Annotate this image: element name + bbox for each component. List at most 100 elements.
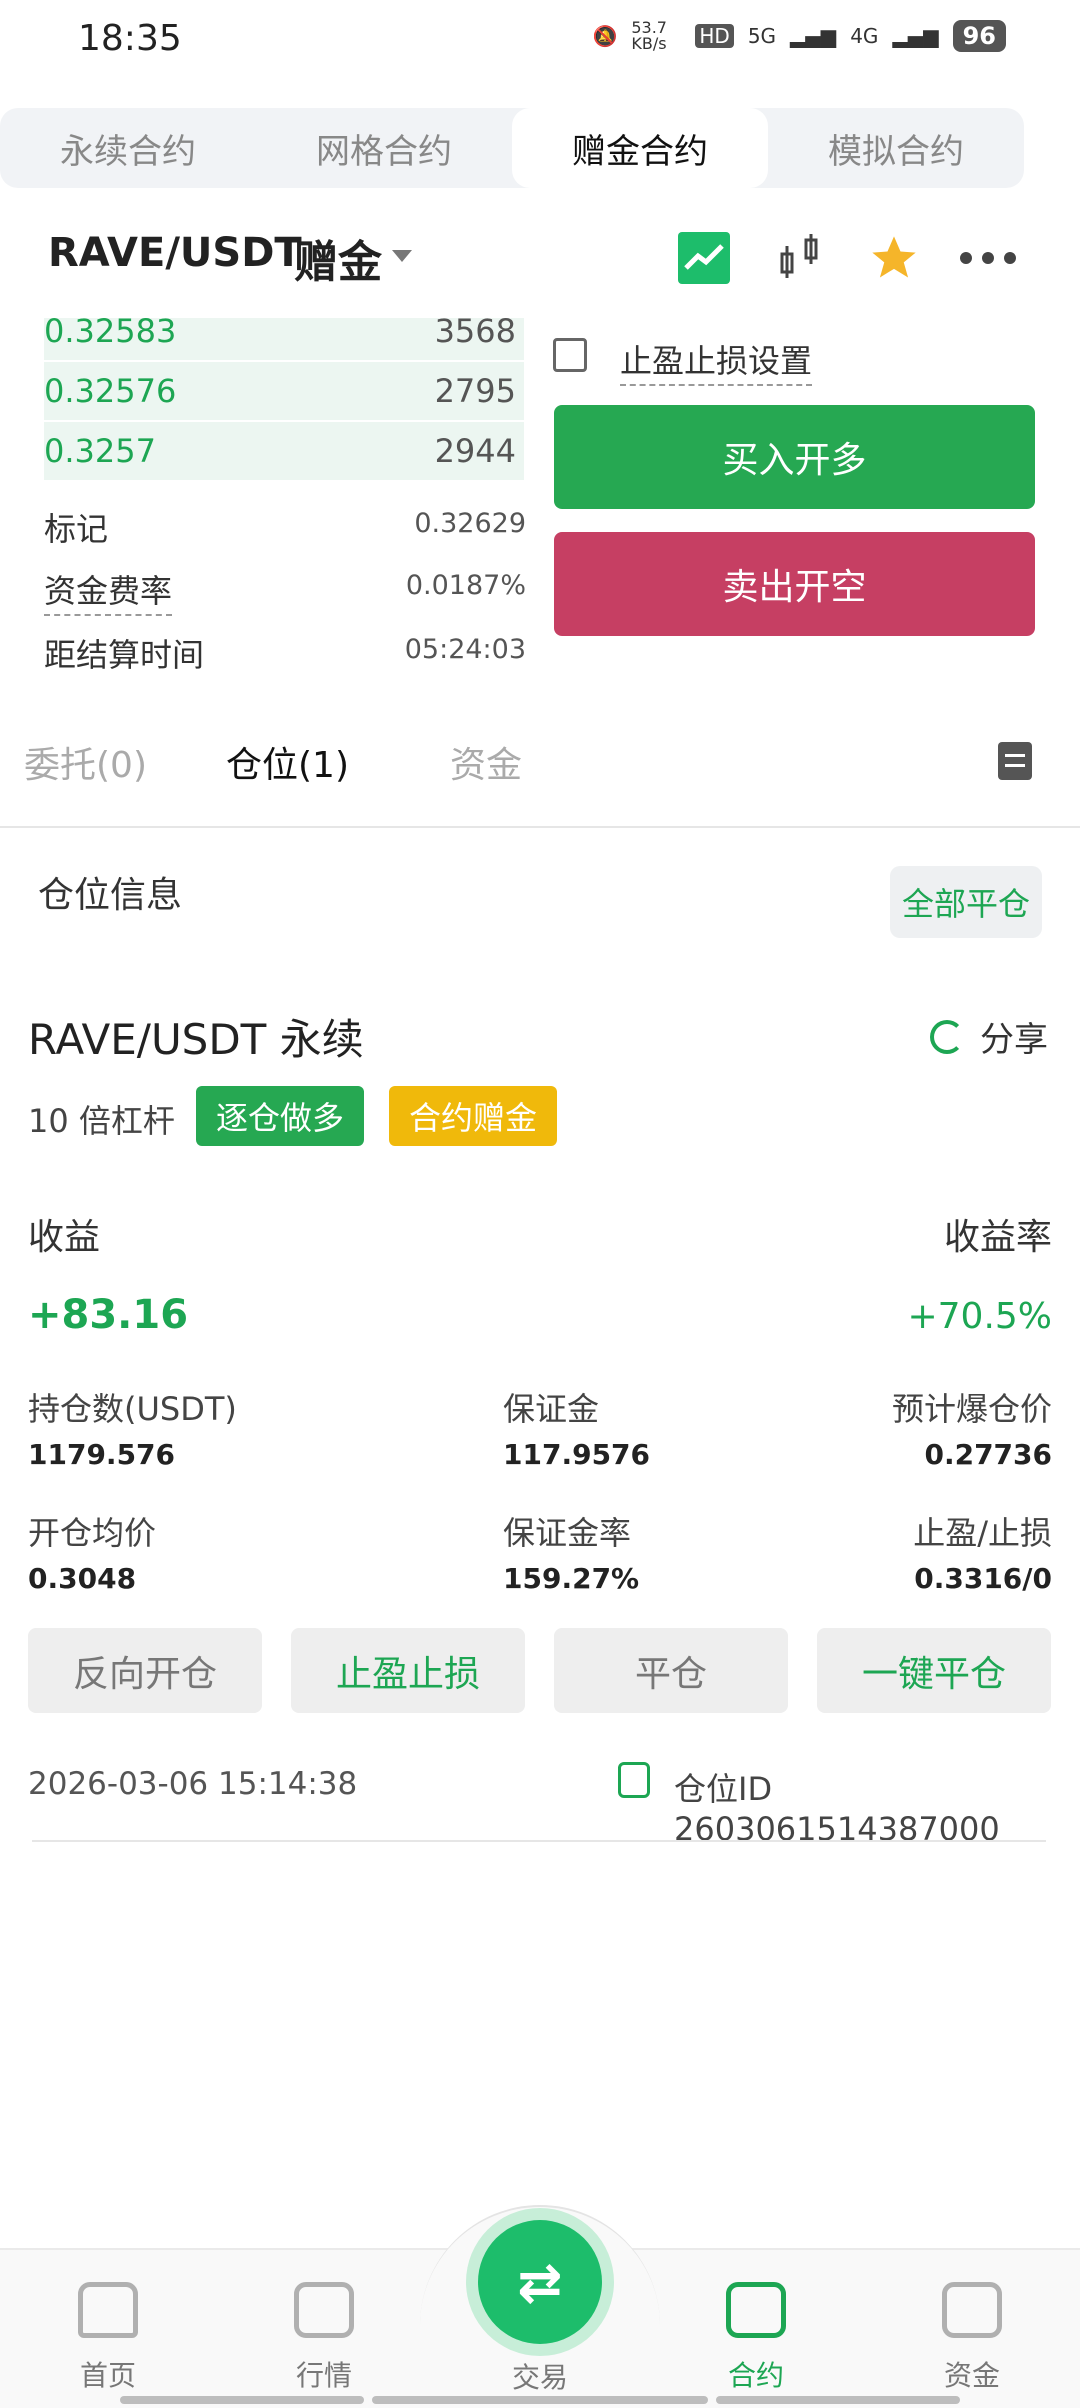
position-info-title: 仓位信息 [38,875,183,916]
tpsl-settings-label[interactable]: 止盈止损设置 [620,336,813,386]
refresh-icon [930,1019,964,1054]
status-icons: 🔕 53.7 KB/s HD 5G ▂▄▆ 4G ▂▄▆ 96 [592,20,1006,52]
tab-demo[interactable]: 模拟合约 [768,108,1024,188]
entry-price-value: 0.3048 [28,1562,137,1595]
size-label: 持仓数(USDT) [28,1390,237,1428]
orderbook-qty: 2795 [434,372,516,410]
mute-icon: 🔕 [592,24,618,48]
pair-title[interactable]: RAVE/USDT [48,230,302,276]
roe-label: 收益率 [943,1217,1052,1258]
signal-4g: 4G [850,24,879,48]
home-indicator [716,2396,960,2404]
tab-funds[interactable]: 资金 [450,736,522,788]
close-all-button[interactable]: 全部平仓 [890,866,1042,938]
settle-time-row: 距结算时间 05:24:03 [44,626,526,676]
roe-value: +70.5% [907,1296,1052,1337]
home-indicator [372,2396,708,2404]
signal-5g: 5G [747,24,777,48]
net-speed: 53.7 KB/s [631,18,667,53]
leverage-label: 10 倍杠杆 [28,1102,175,1140]
hd-icon: HD [695,24,734,48]
bonus-badge: 合约赠金 [389,1086,557,1146]
quick-close-button[interactable]: 一键平仓 [817,1628,1051,1713]
margin-rate-value: 159.27% [503,1562,640,1595]
nav-trade-label[interactable]: 交易 [480,2356,600,2396]
list-icon[interactable] [998,742,1032,780]
orderbook-qty: 3568 [434,318,516,350]
margin-label: 保证金 [503,1390,600,1428]
funding-rate-row[interactable]: 资金费率 0.0187% [44,562,526,616]
margin-rate-label: 保证金率 [503,1514,632,1552]
orderbook-price: 0.32576 [44,372,177,410]
tab-bonus[interactable]: 赠金合约 [512,108,768,188]
contract-tabs: 永续合约 网格合约 赠金合约 模拟合约 [0,108,1024,188]
divider [32,1840,1046,1842]
funding-label[interactable]: 资金费率 [44,566,173,616]
position-timestamp: 2026-03-06 15:14:38 [28,1766,358,1802]
position-name: RAVE/USDT 永续 [28,1015,364,1064]
position-id[interactable]: 仓位ID 2603061514387000 [674,1764,1080,1848]
market-icon [294,2282,354,2338]
liq-price-label: 预计爆仓价 [891,1390,1052,1428]
mark-value: 0.32629 [414,508,526,539]
tpsl-value: 0.3316/0 [914,1562,1052,1595]
orderbook-price: 0.32583 [44,318,177,350]
chevron-down-icon[interactable] [392,250,412,262]
nav-home[interactable]: 首页 [48,2282,168,2394]
contract-icon [726,2282,786,2338]
tab-perpetual[interactable]: 永续合约 [0,108,256,188]
orderbook-row[interactable]: 0.32583 3568 [44,318,524,360]
status-time: 18:35 [78,18,182,59]
home-indicator [120,2396,364,2404]
settle-label: 距结算时间 [44,636,205,674]
tab-grid[interactable]: 网格合约 [256,108,512,188]
orderbook-price: 0.3257 [44,432,156,470]
nav-assets[interactable]: 资金 [912,2282,1032,2394]
nav-contract[interactable]: 合约 [696,2282,816,2394]
tpsl-checkbox[interactable] [553,338,587,372]
swap-icon[interactable]: ⇄ [478,2220,602,2344]
nav-home-label: 首页 [79,2359,136,2392]
entry-price-label: 开仓均价 [28,1514,157,1552]
pair-bonus-label[interactable]: 赠金 [294,226,382,290]
share-button[interactable]: 分享 [930,1012,1048,1061]
mode-badge: 逐仓做多 [196,1086,364,1146]
share-label: 分享 [980,1020,1048,1060]
nav-market-label: 行情 [295,2359,352,2392]
home-icon [78,2282,138,2338]
funding-value: 0.0187% [405,570,526,601]
signal-icon: ▂▄▆ [790,24,837,48]
nav-assets-label: 资金 [943,2359,1000,2392]
nav-market[interactable]: 行情 [264,2282,384,2394]
orderbook-row[interactable]: 0.32576 2795 [44,362,524,420]
more-icon[interactable] [958,232,1016,284]
copy-icon[interactable] [618,1762,650,1798]
divider [0,826,1080,828]
orderbook-row[interactable]: 0.3257 2944 [44,422,524,480]
reverse-open-button[interactable]: 反向开仓 [28,1628,262,1713]
tpsl-button[interactable]: 止盈止损 [291,1628,525,1713]
tab-positions[interactable]: 仓位(1) [226,736,349,788]
margin-value: 117.9576 [503,1438,651,1471]
nav-contract-label: 合约 [727,2359,784,2392]
close-position-button[interactable]: 平仓 [554,1628,788,1713]
buy-long-button[interactable]: 买入开多 [554,405,1035,509]
candlestick-icon[interactable] [776,232,828,284]
star-icon[interactable] [868,232,920,284]
tab-orders[interactable]: 委托(0) [24,736,147,788]
size-value: 1179.576 [28,1438,176,1471]
wallet-icon [942,2282,1002,2338]
orderbook-qty: 2944 [434,432,516,470]
signal-icon: ▂▄▆ [892,24,939,48]
pnl-value: +83.16 [28,1292,189,1338]
settle-value: 05:24:03 [404,634,526,665]
tpsl-label: 止盈/止损 [913,1514,1052,1552]
mark-price-row: 标记 0.32629 [44,500,526,550]
sell-short-button[interactable]: 卖出开空 [554,532,1035,636]
battery-icon: 96 [952,20,1006,52]
liq-price-value: 0.27736 [924,1438,1052,1471]
mark-label: 标记 [44,510,109,548]
chart-line-icon[interactable] [678,232,730,284]
status-bar: 18:35 🔕 53.7 KB/s HD 5G ▂▄▆ 4G ▂▄▆ 96 [0,0,1080,78]
pnl-label: 收益 [28,1217,101,1258]
